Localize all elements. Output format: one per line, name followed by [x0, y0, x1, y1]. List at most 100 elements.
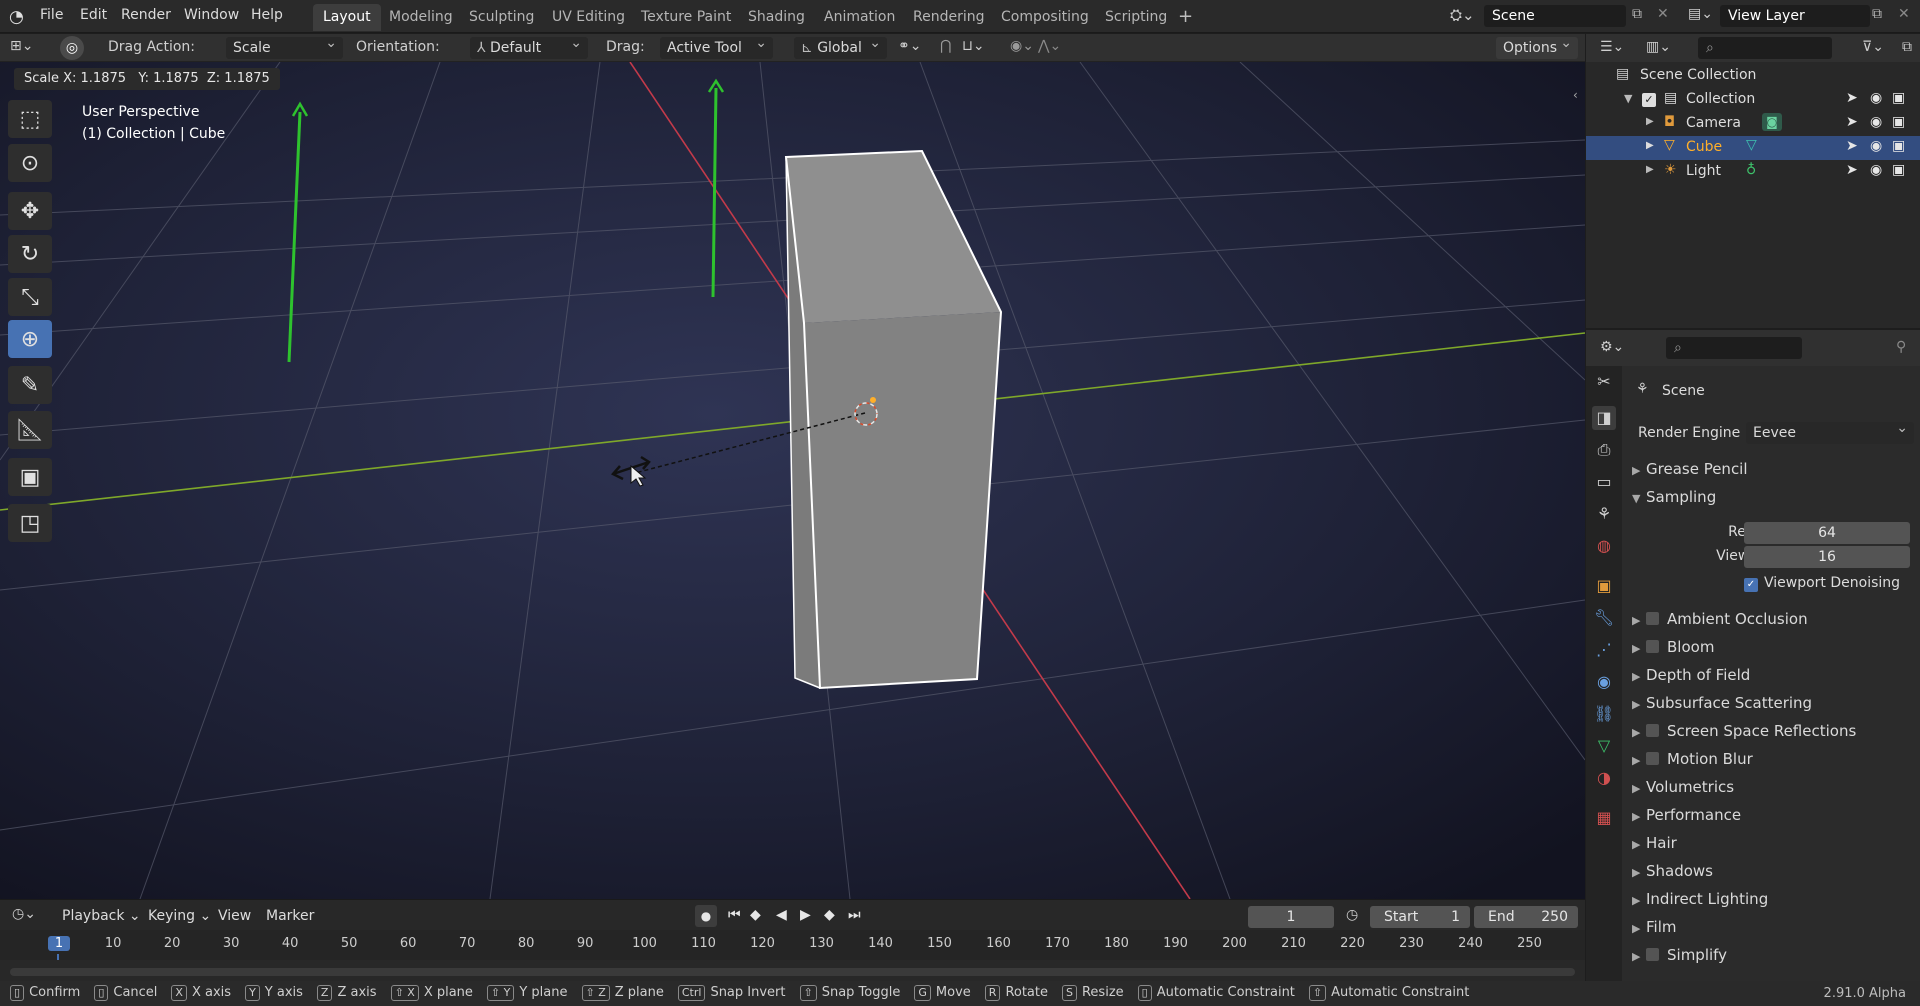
current-frame-indicator[interactable]: 1 — [48, 936, 70, 951]
menu-help[interactable]: Help — [251, 7, 283, 23]
selectable-icon[interactable]: ➤ — [1846, 162, 1858, 178]
options-dropdown[interactable]: Options — [1496, 32, 1578, 59]
new-view-layer-icon[interactable]: ⧉ — [1872, 6, 1882, 22]
render-samples-field[interactable]: 64 — [1744, 522, 1910, 544]
extrude-tool-icon[interactable]: ◳ — [8, 504, 52, 542]
menu-edit[interactable]: Edit — [80, 7, 107, 23]
select-box-tool-icon[interactable]: ⬚ — [8, 100, 52, 138]
jump-end-icon[interactable]: ⏭ — [848, 907, 861, 923]
expand-arrow-icon[interactable]: ▶ — [1646, 140, 1654, 151]
panel-hair[interactable]: ▶ Hair — [1632, 830, 1677, 856]
add-cube-tool-icon[interactable]: ▣ — [8, 458, 52, 496]
snap-icon[interactable]: ⋂ — [940, 38, 951, 54]
tab-shading[interactable]: Shading — [738, 4, 815, 31]
3d-viewport[interactable]: Scale X: 1.1875 Y: 1.1875 Z: 1.1875 User… — [0, 62, 1585, 899]
output-tab-icon[interactable]: ⎙ — [1592, 438, 1616, 462]
snap-target-icon[interactable]: ⊔⌄ — [962, 38, 985, 54]
panel-indirect-lighting[interactable]: ▶ Indirect Lighting — [1632, 886, 1768, 912]
outliner-row-camera[interactable]: ▶ ◘ Camera ◙ ➤ ◉ ▣ — [1586, 112, 1920, 136]
pin-icon[interactable]: ⚲ — [1896, 339, 1906, 355]
scene-selector-icon[interactable]: ⛭⌄ — [1450, 6, 1475, 24]
panel-bloom[interactable]: ▶ Bloom — [1632, 634, 1714, 660]
sidebar-toggle-icon[interactable]: ‹ — [1573, 88, 1578, 102]
tab-rendering[interactable]: Rendering — [903, 4, 995, 31]
transform-tool-icon[interactable]: ◎ — [60, 36, 84, 60]
marker-menu[interactable]: Marker — [266, 908, 314, 924]
panel-screen-space-reflections[interactable]: ▶ Screen Space Reflections — [1632, 718, 1856, 744]
render-engine-dropdown[interactable]: Eevee — [1746, 417, 1914, 444]
particles-tab-icon[interactable]: ⋰ — [1592, 638, 1616, 662]
end-frame-field[interactable]: End 250 — [1474, 906, 1578, 928]
outliner-row-cube[interactable]: ▶ ▽ Cube ▽ ➤ ◉ ▣ — [1586, 136, 1920, 160]
add-workspace-icon[interactable]: + — [1178, 6, 1193, 27]
tab-sculpting[interactable]: Sculpting — [459, 4, 544, 31]
filter-icon[interactable]: ⊽⌄ — [1862, 39, 1884, 55]
panel-motion-blur[interactable]: ▶ Motion Blur — [1632, 746, 1753, 772]
drag-action-dropdown[interactable]: Scale — [226, 32, 343, 59]
menu-window[interactable]: Window — [184, 7, 239, 23]
expand-arrow-icon[interactable]: ▶ — [1646, 116, 1654, 127]
tool-tab-icon[interactable]: ✂ — [1592, 370, 1616, 394]
view-layer-icon[interactable]: ▤⌄ — [1688, 6, 1713, 22]
data-tab-icon[interactable]: ▽ — [1592, 734, 1616, 758]
pivot-point-icon[interactable]: ⚭⌄ — [898, 38, 921, 54]
timeline-scrollbar[interactable] — [10, 968, 1575, 976]
visibility-eye-icon[interactable]: ◉ — [1870, 114, 1882, 130]
drag-dropdown[interactable]: Active Tool — [660, 32, 773, 59]
physics-tab-icon[interactable]: ◉ — [1592, 670, 1616, 694]
viewport-samples-field[interactable]: 16 — [1744, 546, 1910, 568]
outliner-row-light[interactable]: ▶ ☀ Light ♁ ➤ ◉ ▣ — [1586, 160, 1920, 184]
panel-simplify[interactable]: ▶ Simplify — [1632, 942, 1727, 968]
new-collection-icon[interactable]: ⧉ — [1902, 39, 1912, 55]
scale-tool-icon[interactable]: ⤡ — [8, 278, 52, 316]
new-scene-icon[interactable]: ⧉ — [1632, 6, 1642, 22]
tab-animation[interactable]: Animation — [814, 4, 905, 31]
view-menu[interactable]: View — [218, 908, 251, 924]
blender-logo-icon[interactable]: ◔ — [9, 7, 29, 27]
play-icon[interactable]: ▶ — [800, 907, 811, 923]
panel-depth-of-field[interactable]: ▶ Depth of Field — [1632, 662, 1750, 688]
transform-orientation-dropdown[interactable]: ⊾ Global — [794, 32, 887, 59]
tab-modeling[interactable]: Modeling — [379, 4, 463, 31]
prev-keyframe-icon[interactable]: ◆ — [750, 907, 761, 923]
collection-checkbox[interactable]: ✓ — [1642, 93, 1656, 107]
panel-volumetrics[interactable]: ▶ Volumetrics — [1632, 774, 1734, 800]
expand-arrow-icon[interactable]: ▶ — [1646, 164, 1654, 175]
mesh-data-icon[interactable]: ▽ — [1746, 137, 1757, 153]
visibility-eye-icon[interactable]: ◉ — [1870, 90, 1882, 106]
render-camera-icon[interactable]: ▣ — [1892, 90, 1905, 106]
scene-name-field[interactable]: Scene — [1484, 5, 1626, 27]
keying-menu[interactable]: Keying ⌄ — [148, 908, 211, 924]
selectable-icon[interactable]: ➤ — [1846, 114, 1858, 130]
panel-grease-pencil[interactable]: ▶ Grease Pencil — [1632, 456, 1748, 482]
properties-editor-type-icon[interactable]: ⚙⌄ — [1600, 339, 1624, 355]
tab-scripting[interactable]: Scripting — [1095, 4, 1177, 31]
object-tab-icon[interactable]: ▣ — [1592, 574, 1616, 598]
panel-enable-checkbox[interactable] — [1646, 948, 1659, 961]
modifier-tab-icon[interactable]: 🔧︎ — [1592, 606, 1616, 630]
panel-sampling[interactable]: ▼ Sampling — [1632, 484, 1716, 510]
tab-uv-editing[interactable]: UV Editing — [542, 4, 635, 31]
render-camera-icon[interactable]: ▣ — [1892, 138, 1905, 154]
delete-view-layer-icon[interactable]: ✕ — [1898, 6, 1910, 22]
proportional-edit-icon[interactable]: ◉⌄ — [1010, 38, 1034, 54]
falloff-icon[interactable]: ⋀⌄ — [1038, 38, 1061, 54]
next-keyframe-icon[interactable]: ◆ — [824, 907, 835, 923]
panel-ambient-occlusion[interactable]: ▶ Ambient Occlusion — [1632, 606, 1808, 632]
panel-subsurface-scattering[interactable]: ▶ Subsurface Scattering — [1632, 690, 1812, 716]
view-layer-tab-icon[interactable]: ▭ — [1592, 470, 1616, 494]
world-tab-icon[interactable]: ◍ — [1592, 534, 1616, 558]
visibility-eye-icon[interactable]: ◉ — [1870, 162, 1882, 178]
selectable-icon[interactable]: ➤ — [1846, 138, 1858, 154]
delete-scene-icon[interactable]: ✕ — [1657, 6, 1669, 22]
cursor-tool-icon[interactable]: ⊙ — [8, 144, 52, 182]
current-frame-field[interactable]: 1 — [1248, 906, 1334, 928]
light-data-icon[interactable]: ♁ — [1746, 162, 1756, 178]
record-icon[interactable]: ● — [695, 905, 717, 927]
editor-type-icon[interactable]: ⊞⌄ — [10, 38, 33, 54]
jump-start-icon[interactable]: ⏮ — [728, 907, 741, 923]
annotate-tool-icon[interactable]: ✎ — [8, 366, 52, 404]
material-tab-icon[interactable]: ◑ — [1592, 766, 1616, 790]
view-layer-field[interactable]: View Layer — [1720, 5, 1870, 27]
tab-layout[interactable]: Layout — [313, 4, 381, 31]
